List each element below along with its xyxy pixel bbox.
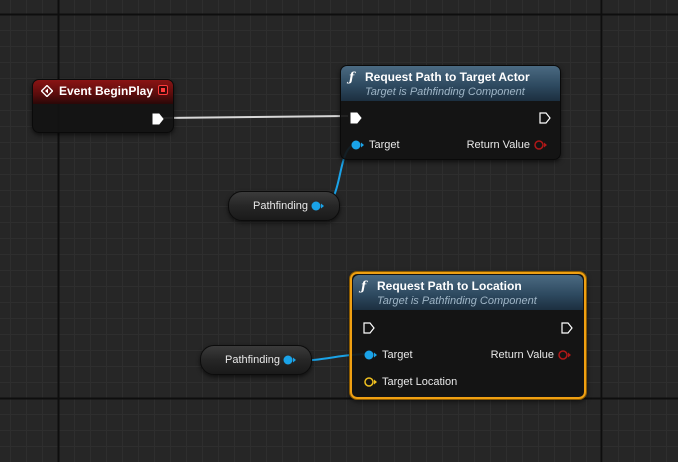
object-pin-icon [351, 140, 364, 150]
exec-pin-icon [152, 113, 164, 125]
object-pin-icon[interactable] [311, 200, 325, 212]
object-pin-icon[interactable] [283, 354, 297, 366]
event-beginplay-node[interactable]: Event BeginPlay [32, 79, 174, 133]
return-pin-icon [558, 350, 571, 360]
object-pin-icon [364, 350, 377, 360]
exec-out-pin[interactable] [560, 320, 574, 336]
exec-pin-outline-icon [561, 322, 573, 334]
pathfinding-variable-node[interactable]: Pathfinding [228, 191, 340, 221]
return-value-pin[interactable]: Return Value [467, 137, 548, 153]
event-diamond-icon [41, 85, 53, 97]
return-pin-icon [534, 140, 547, 150]
vector-pin-icon [364, 377, 377, 387]
request-path-actor-subtitle: Target is Pathfinding Component [365, 86, 525, 98]
return-value-label: Return Value [466, 139, 530, 151]
exec-in-pin[interactable] [362, 320, 376, 336]
exec-out-pin[interactable] [538, 110, 552, 126]
request-path-location-node[interactable]: ƒ Request Path to Location Target is Pat… [350, 272, 586, 399]
exec-out-pin[interactable] [151, 111, 165, 127]
target-input-pin[interactable]: Target [351, 137, 400, 153]
request-path-actor-title: Request Path to Target Actor [365, 70, 530, 84]
exec-pin-outline-icon [539, 112, 551, 124]
request-path-actor-node[interactable]: ƒ Request Path to Target Actor Target is… [340, 65, 561, 160]
request-path-location-header[interactable]: ƒ Request Path to Location Target is Pat… [353, 275, 583, 310]
return-value-pin[interactable]: Return Value [491, 347, 572, 363]
exec-pin-outline-icon [363, 322, 375, 334]
request-path-location-title: Request Path to Location [377, 279, 522, 293]
blueprint-graph-canvas[interactable]: Event BeginPlay ƒ Request Path to Target… [0, 0, 678, 462]
pathfinding-variable-label: Pathfinding [225, 354, 281, 366]
return-value-label: Return Value [490, 349, 554, 361]
request-path-location-subtitle: Target is Pathfinding Component [377, 295, 537, 307]
event-beginplay-header[interactable]: Event BeginPlay [33, 80, 173, 104]
function-icon: ƒ [349, 70, 355, 84]
target-location-label: Target Location [382, 376, 458, 388]
event-beginplay-title: Event BeginPlay [59, 84, 154, 98]
target-location-pin[interactable]: Target Location [364, 374, 457, 390]
target-label: Target [369, 139, 400, 151]
target-label: Target [382, 349, 413, 361]
exec-in-pin[interactable] [349, 110, 363, 126]
pathfinding-variable-label: Pathfinding [253, 200, 309, 212]
exec-pin-icon [350, 112, 362, 124]
function-icon: ƒ [361, 279, 367, 293]
delegate-square-icon[interactable] [158, 85, 168, 95]
target-input-pin[interactable]: Target [364, 347, 413, 363]
request-path-actor-header[interactable]: ƒ Request Path to Target Actor Target is… [341, 66, 560, 101]
pathfinding-variable-node[interactable]: Pathfinding [200, 345, 312, 375]
